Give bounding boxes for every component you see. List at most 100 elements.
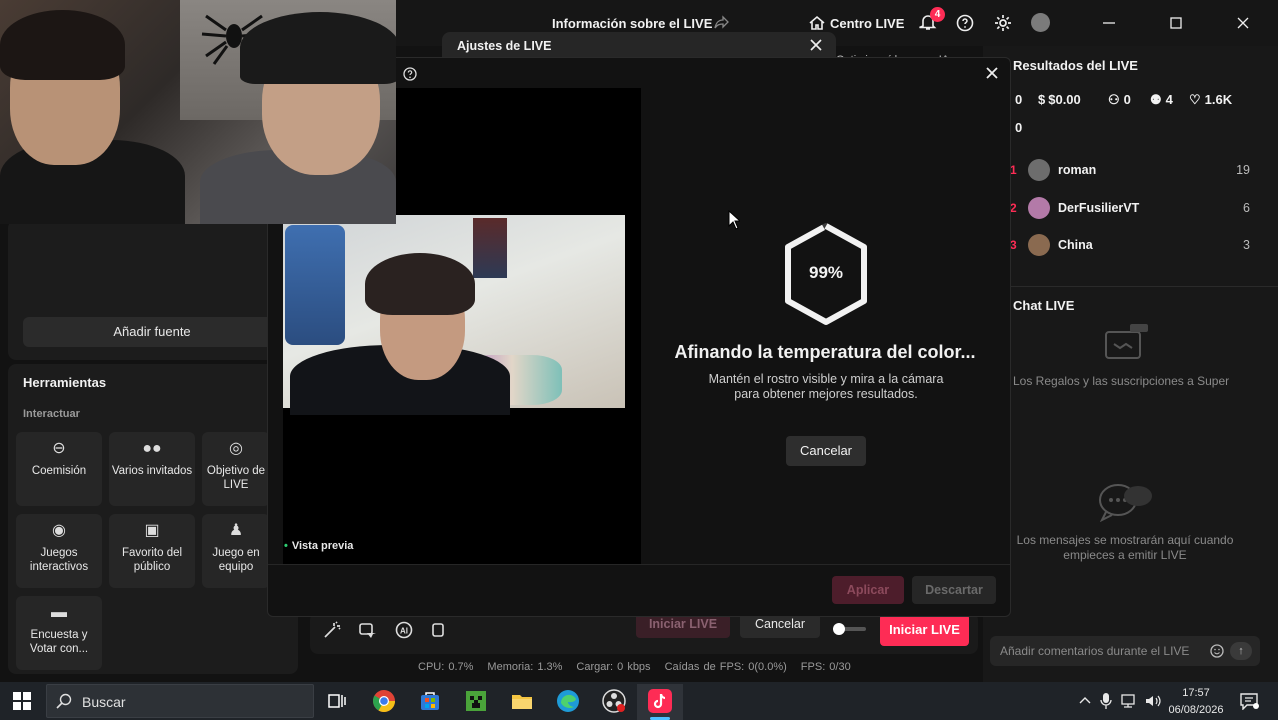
rank-name: DerFusilierVT	[1058, 201, 1140, 215]
notification-badge: 4	[930, 7, 945, 22]
tool-label: Objetivo de LIVE	[206, 465, 266, 491]
home-icon[interactable]	[808, 14, 826, 32]
emoji-icon[interactable]	[1210, 644, 1224, 658]
help-icon[interactable]	[403, 67, 417, 81]
layout-icon[interactable]	[430, 620, 450, 640]
chrome-icon[interactable]	[371, 688, 397, 714]
group-icon: ●●	[142, 440, 162, 457]
chevron-up-icon[interactable]	[1078, 694, 1092, 708]
effects-icon[interactable]	[358, 620, 378, 640]
minimize-button[interactable]	[1086, 8, 1132, 38]
heart-icon: ♡	[1189, 92, 1201, 107]
microphone-icon[interactable]	[1100, 692, 1112, 710]
tool-encuesta[interactable]: ▬ Encuesta y Votar con...	[16, 596, 102, 670]
ranking-row[interactable]: 1 roman 19	[1010, 157, 1250, 185]
task-view-icon[interactable]	[324, 688, 350, 714]
notification-center-icon[interactable]	[1239, 692, 1259, 710]
tool-label: Favorito del público	[121, 547, 183, 573]
rank-name: China	[1058, 238, 1093, 252]
stat-viewers-value: 0	[1123, 92, 1131, 107]
obs-icon[interactable]	[601, 688, 627, 714]
fps-status: FPS: 0/30	[800, 661, 851, 673]
cpu-status: CPU: 0.7%	[418, 661, 474, 673]
rank-number: 3	[1010, 238, 1017, 252]
discard-button[interactable]: Descartar	[912, 576, 996, 604]
tool-juego-equipo[interactable]: ♟ Juego en equipo	[202, 514, 270, 588]
stat-followers-value: 4	[1165, 92, 1173, 107]
ranking-row[interactable]: 3 China 3	[1010, 232, 1250, 260]
rank-name: roman	[1058, 163, 1097, 177]
share-icon[interactable]	[714, 14, 730, 30]
team-icon: ♟	[228, 522, 244, 539]
apply-button[interactable]: Aplicar	[832, 576, 904, 604]
stat-earnings: $ $0.00	[1038, 92, 1081, 107]
close-icon[interactable]	[808, 37, 824, 53]
svg-text:AI: AI	[400, 627, 408, 636]
network-icon[interactable]	[1120, 693, 1138, 709]
search-placeholder: Buscar	[82, 694, 126, 710]
search-icon	[56, 693, 72, 709]
stat-new-followers: ⚉ 4	[1150, 92, 1173, 108]
cancel-button[interactable]: Cancelar	[786, 436, 866, 466]
webcam-detail	[240, 12, 396, 84]
ranking-row[interactable]: 2 DerFusilierVT 6	[1010, 195, 1250, 223]
toggle-switch[interactable]	[832, 622, 868, 636]
live-settings-title: Ajustes de LIVE	[457, 39, 552, 53]
ai-icon[interactable]: AI	[394, 620, 414, 640]
target-icon: ◎	[229, 440, 243, 457]
help-icon[interactable]	[956, 14, 974, 32]
tuning-desc-line: para obtener mejores resultados.	[734, 387, 918, 401]
tuning-description: Mantén el rostro visible y mira a la cám…	[660, 372, 992, 402]
stat-likes-value: 1.6K	[1204, 92, 1233, 107]
close-window-button[interactable]	[1220, 8, 1266, 38]
close-icon[interactable]	[984, 65, 1000, 81]
tuning-desc-line: Mantén el rostro visible y mira a la cám…	[708, 372, 944, 386]
rank-score: 6	[1243, 201, 1250, 215]
avatar	[1028, 197, 1050, 219]
tool-label: Juegos interactivos	[29, 547, 89, 573]
chat-empty-message: Los mensajes se mostrarán aquí cuando em…	[1016, 533, 1234, 562]
maximize-button[interactable]	[1153, 8, 1199, 38]
store-icon[interactable]	[417, 688, 443, 714]
rank-score: 19	[1236, 163, 1250, 177]
gift-icon: ▣	[144, 522, 160, 539]
tool-varios-invitados[interactable]: ●● Varios invitados	[109, 432, 195, 506]
stat-earnings-value: $0.00	[1048, 92, 1081, 107]
minecraft-icon[interactable]	[463, 688, 489, 714]
tiktok-live-studio-icon[interactable]	[647, 688, 673, 714]
coin-icon: $	[1038, 92, 1046, 107]
tool-label: Coemisión	[31, 465, 87, 477]
tool-favorito-publico[interactable]: ▣ Favorito del público	[109, 514, 195, 588]
volume-icon[interactable]	[1144, 693, 1162, 709]
gear-icon[interactable]	[993, 13, 1013, 33]
magic-wand-icon[interactable]	[322, 620, 342, 640]
progress-percent: 99%	[808, 263, 844, 282]
tool-label: Juego en equipo	[212, 547, 260, 573]
preview-detail	[473, 218, 507, 278]
tool-objetivo-live[interactable]: ◎ Objetivo de LIVE	[202, 432, 270, 506]
avatar	[1028, 159, 1050, 181]
edge-icon[interactable]	[555, 688, 581, 714]
add-source-button[interactable]: Añadir fuente	[23, 317, 281, 347]
stat-viewers: ⚇ 0	[1108, 92, 1131, 108]
interact-label: Interactuar	[23, 408, 80, 420]
start-live-button[interactable]: Iniciar LIVE	[880, 614, 969, 646]
live-info-link[interactable]: Información sobre el LIVE	[552, 16, 712, 31]
clock-time[interactable]: 17:57	[1168, 687, 1224, 699]
follower-icon: ⚉	[1150, 92, 1162, 107]
clock-date[interactable]: 06/08/2026	[1166, 704, 1226, 716]
divider	[983, 286, 1278, 287]
rank-number: 1	[1010, 163, 1017, 177]
tool-coemision[interactable]: ⊖ Coemisión	[16, 432, 102, 506]
windows-start-icon[interactable]	[13, 692, 31, 710]
avatar[interactable]	[1031, 13, 1050, 32]
tools-title: Herramientas	[23, 375, 107, 390]
send-button[interactable]: ↑	[1230, 642, 1252, 660]
centro-live-button[interactable]: Centro LIVE	[830, 16, 904, 31]
file-explorer-icon[interactable]	[509, 688, 535, 714]
stat-likes: ♡ 1.6K	[1189, 92, 1232, 108]
upload-status: Cargar: 0 kbps	[576, 661, 651, 673]
tool-juegos-interactivos[interactable]: ◉ Juegos interactivos	[16, 514, 102, 588]
preview-detail	[285, 225, 345, 345]
gift-info-text: Los Regalos y las suscripciones a Super	[1013, 374, 1230, 388]
